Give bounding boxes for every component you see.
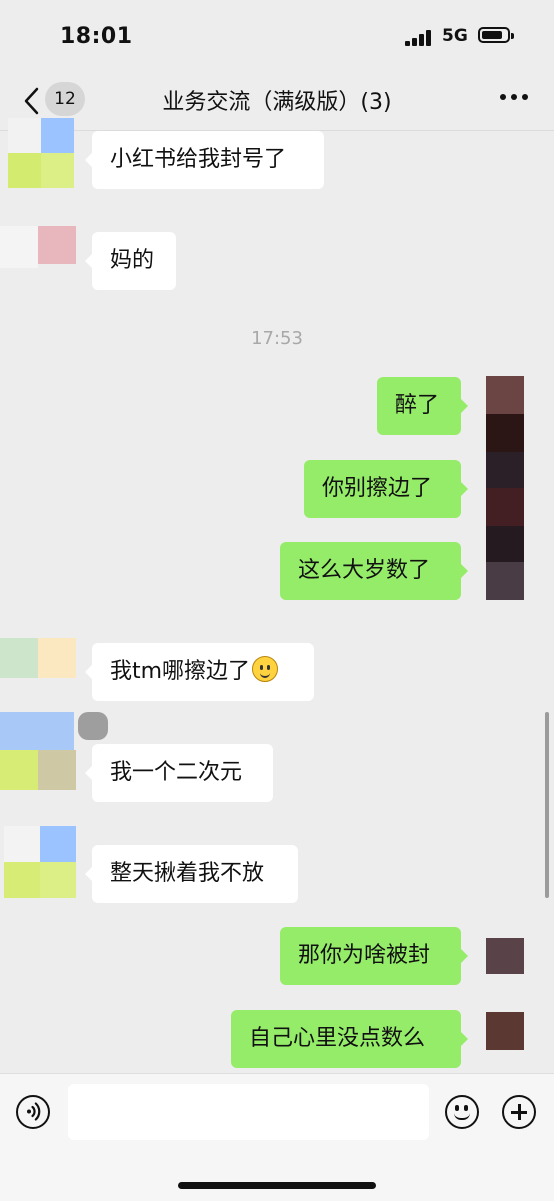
- message-bubble[interactable]: 你别擦边了: [304, 460, 468, 518]
- avatar[interactable]: [0, 226, 76, 268]
- smile-emoji-icon: [252, 656, 279, 682]
- voice-icon[interactable]: [16, 1095, 50, 1129]
- chat-title: 业务交流（满级版）(3): [162, 90, 392, 115]
- message-text: 整天揪着我不放: [110, 861, 265, 886]
- input-bar: [0, 1073, 554, 1201]
- message-text: 自己心里没点数么: [249, 1026, 426, 1051]
- message-bubble[interactable]: 我tm哪擦边了: [85, 643, 314, 701]
- avatar[interactable]: [8, 118, 74, 188]
- message-text: 小红书给我封号了: [110, 147, 287, 172]
- signal-icon: [405, 30, 435, 46]
- message-text: 醉了: [395, 393, 440, 418]
- message-bubble[interactable]: 那你为啥被封: [280, 927, 468, 985]
- my-avatar[interactable]: [486, 1012, 524, 1050]
- message-bubble[interactable]: 醉了: [377, 377, 468, 435]
- message-text: 那你为啥被封: [298, 943, 431, 968]
- message-bubble[interactable]: 妈的: [85, 232, 176, 290]
- message-text: 这么大岁数了: [298, 558, 431, 583]
- message-text: 我tm哪擦边了: [110, 659, 251, 684]
- message-bubble[interactable]: 我一个二次元: [85, 744, 273, 802]
- message-bubble[interactable]: 整天揪着我不放: [85, 845, 298, 903]
- scrollbar[interactable]: [545, 712, 549, 898]
- message-text: 妈的: [110, 248, 155, 273]
- home-indicator: [178, 1182, 376, 1189]
- avatar[interactable]: [4, 826, 76, 898]
- plus-icon[interactable]: [502, 1095, 536, 1129]
- status-bar: 18:01 5G: [0, 0, 554, 74]
- message-text: 我一个二次元: [110, 760, 243, 785]
- status-time: 18:01: [60, 24, 133, 49]
- message-input[interactable]: [68, 1084, 429, 1140]
- message-text: 你别擦边了: [322, 476, 433, 501]
- network-type: 5G: [442, 26, 468, 46]
- my-avatar[interactable]: [486, 938, 524, 974]
- message-bubble[interactable]: 自己心里没点数么: [231, 1010, 468, 1068]
- my-avatar[interactable]: [486, 376, 524, 600]
- chat-header: 12 业务交流（满级版）(3): [0, 74, 554, 131]
- message-timestamp: 17:53: [251, 328, 303, 349]
- message-bubble[interactable]: 这么大岁数了: [280, 542, 468, 600]
- avatar[interactable]: [0, 638, 76, 678]
- message-bubble[interactable]: 小红书给我封号了: [85, 131, 324, 189]
- battery-icon: [478, 27, 514, 43]
- more-icon[interactable]: [500, 94, 528, 102]
- emoji-icon[interactable]: [445, 1095, 479, 1129]
